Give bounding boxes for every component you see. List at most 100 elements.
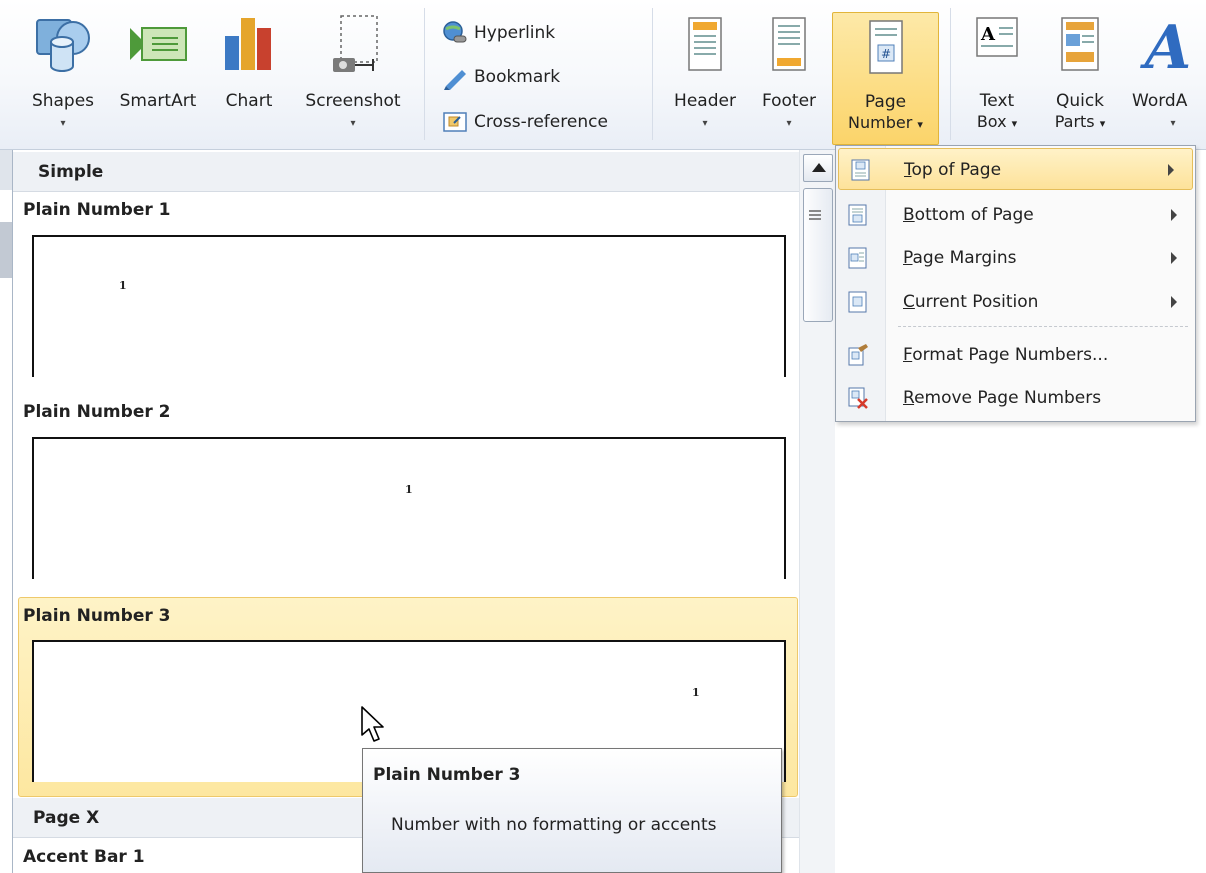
menu-item-label: Current Position xyxy=(903,292,1038,312)
ribbon-separator xyxy=(950,8,951,140)
tooltip-description: Number with no formatting or accents xyxy=(391,815,717,835)
menu-accelerator: P xyxy=(903,248,913,268)
current-position-icon xyxy=(848,291,867,313)
menu-item-label: Page Margins xyxy=(903,248,1017,268)
wordart-dropdown-arrow: ▾ xyxy=(1170,118,1176,129)
document-edge xyxy=(0,150,12,190)
wordart-icon: A xyxy=(1140,14,1191,78)
gallery-tooltip: Plain Number 3 Number with no formatting… xyxy=(362,748,782,873)
gallery-item-plain-number-1[interactable]: 1 xyxy=(32,235,786,377)
footer-button[interactable]: Footer ▾ xyxy=(748,0,830,150)
shapes-icon xyxy=(36,19,90,72)
chart-icon xyxy=(225,18,271,70)
screenshot-dropdown-arrow: ▾ xyxy=(350,118,356,129)
gallery-item-title: Plain Number 2 xyxy=(23,402,171,422)
menu-accelerator: R xyxy=(903,388,915,408)
menu-item-page-margins[interactable]: Page Margins xyxy=(836,237,1195,279)
svg-text:#: # xyxy=(880,47,890,61)
page-margins-icon xyxy=(848,247,867,269)
text-box-label-line2: Box ▾ xyxy=(960,112,1034,134)
svg-text:A: A xyxy=(1140,14,1191,78)
gallery-scrollbar[interactable] xyxy=(799,150,835,873)
header-icon xyxy=(688,17,722,71)
cross-reference-button[interactable]: Cross-reference xyxy=(442,107,608,137)
menu-item-label: Format Page Numbers... xyxy=(903,345,1108,365)
gallery-item-title: Plain Number 3 xyxy=(23,606,171,626)
submenu-arrow-icon xyxy=(1168,164,1174,176)
format-page-numbers-icon xyxy=(848,344,868,366)
preview-page-number: 1 xyxy=(119,279,127,292)
page-number-submenu: Top of Page Bottom of Page Page Margins … xyxy=(835,145,1196,422)
smartart-icon xyxy=(130,27,187,61)
page-number-button[interactable]: # Page Number ▾ xyxy=(832,12,939,145)
cross-reference-label: Cross-reference xyxy=(474,112,608,132)
remove-page-numbers-icon xyxy=(848,387,868,409)
preview-page-number: 1 xyxy=(405,483,413,496)
menu-item-text: age Margins xyxy=(912,248,1017,268)
menu-item-label: Bottom of Page xyxy=(903,205,1034,225)
text-box-label-line1: Text xyxy=(979,91,1015,111)
scroll-thumb[interactable] xyxy=(803,188,833,322)
hyperlink-label: Hyperlink xyxy=(474,23,556,43)
ribbon-separator xyxy=(424,8,425,140)
scroll-up-button[interactable] xyxy=(803,154,833,182)
text-box-button[interactable]: A Text Box ▾ xyxy=(960,0,1034,150)
screenshot-icon xyxy=(333,15,378,72)
chart-button[interactable]: Chart xyxy=(214,0,284,150)
menu-accelerator: T xyxy=(904,160,912,180)
gallery-item-title: Accent Bar 1 xyxy=(23,847,145,867)
menu-item-text: op of Page xyxy=(911,160,1002,180)
shapes-button[interactable]: Shapes ▾ xyxy=(28,0,98,150)
shapes-dropdown-arrow: ▾ xyxy=(60,118,66,129)
preview-page-number: 1 xyxy=(692,686,700,699)
smartart-label: SmartArt xyxy=(119,91,197,111)
text-box-dropdown-arrow: ▾ xyxy=(1011,117,1018,130)
footer-dropdown-arrow: ▾ xyxy=(786,118,792,129)
hyperlink-button[interactable]: Hyperlink xyxy=(442,18,555,48)
quick-parts-icon xyxy=(1061,17,1099,71)
submenu-arrow-icon xyxy=(1171,252,1177,264)
menu-item-format-page-numbers[interactable]: Format Page Numbers... xyxy=(836,334,1195,376)
shapes-label: Shapes xyxy=(31,91,95,111)
quick-parts-label: Parts xyxy=(1054,112,1095,131)
menu-item-bottom-of-page[interactable]: Bottom of Page xyxy=(836,194,1195,236)
menu-item-top-of-page[interactable]: Top of Page xyxy=(838,148,1193,190)
quick-parts-dropdown-arrow: ▾ xyxy=(1099,117,1106,130)
ribbon: Shapes ▾ SmartArt Chart Screenshot ▾ Hyp… xyxy=(0,0,1206,150)
ribbon-separator xyxy=(652,8,653,140)
menu-item-text: urrent Position xyxy=(914,292,1039,312)
menu-accelerator: C xyxy=(903,292,915,312)
page-number-icon: # xyxy=(868,20,903,74)
gallery-item-plain-number-2[interactable]: 1 xyxy=(32,437,786,579)
menu-separator xyxy=(898,326,1188,327)
smartart-button[interactable]: SmartArt xyxy=(112,0,204,150)
menu-item-text: emove Page Numbers xyxy=(914,388,1102,408)
page-number-dropdown-arrow: ▾ xyxy=(917,118,923,131)
hyperlink-icon xyxy=(443,21,467,43)
menu-item-label: Top of Page xyxy=(904,160,1001,180)
menu-item-current-position[interactable]: Current Position xyxy=(836,281,1195,323)
mouse-pointer-icon xyxy=(361,706,384,742)
menu-item-text: ormat Page Numbers... xyxy=(912,345,1109,365)
wordart-button[interactable]: A WordA ▾ xyxy=(1128,0,1206,150)
text-box-icon: A xyxy=(976,17,1018,57)
bookmark-icon xyxy=(444,70,466,90)
bookmark-label: Bookmark xyxy=(474,67,561,87)
menu-accelerator: B xyxy=(903,205,915,225)
bookmark-button[interactable]: Bookmark xyxy=(442,62,560,92)
quick-parts-button[interactable]: Quick Parts ▾ xyxy=(1040,0,1120,150)
scroll-grip-icon xyxy=(809,210,821,220)
submenu-arrow-icon xyxy=(1171,209,1177,221)
cross-reference-icon xyxy=(443,112,467,132)
submenu-arrow-icon xyxy=(1171,296,1177,308)
screenshot-button[interactable]: Screenshot ▾ xyxy=(292,0,414,150)
gallery-item-title: Plain Number 1 xyxy=(23,200,171,220)
quick-parts-label-line2: Parts ▾ xyxy=(1040,112,1120,134)
header-button[interactable]: Header ▾ xyxy=(664,0,746,150)
document-edge xyxy=(0,222,12,278)
page-number-label: Number xyxy=(848,113,913,132)
page-number-bottom-icon xyxy=(848,204,867,226)
svg-text:A: A xyxy=(980,24,996,45)
menu-item-remove-page-numbers[interactable]: Remove Page Numbers xyxy=(836,377,1195,419)
header-dropdown-arrow: ▾ xyxy=(702,118,708,129)
